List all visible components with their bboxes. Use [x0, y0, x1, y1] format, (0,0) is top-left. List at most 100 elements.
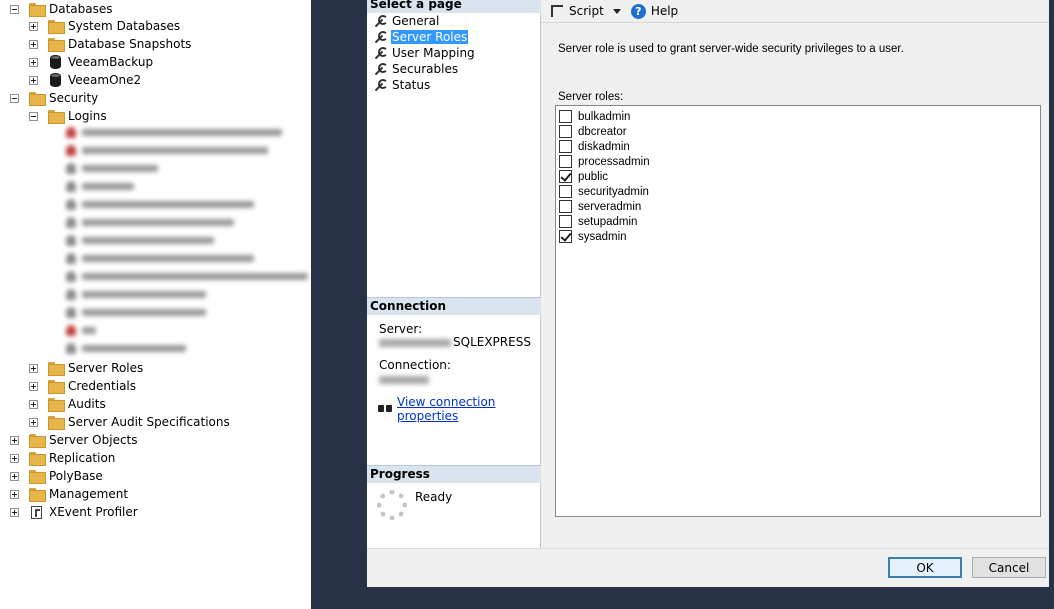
page-status[interactable]: Status: [373, 77, 431, 93]
role-checkbox[interactable]: [559, 185, 572, 198]
folder-icon: [48, 416, 65, 430]
xevent-profiler-icon: [31, 505, 42, 519]
expand-icon[interactable]: [10, 489, 19, 499]
tree-node-logins[interactable]: Logins: [29, 107, 107, 125]
expand-icon[interactable]: [10, 471, 19, 481]
tree-node-veeamone2[interactable]: VeeamOne2: [29, 71, 141, 89]
progress-header: Progress: [367, 465, 541, 483]
folder-icon: [48, 20, 65, 34]
desktop-background: [1049, 0, 1054, 609]
folder-icon: [48, 110, 65, 124]
role-serveradmin[interactable]: serveradmin: [559, 199, 641, 214]
login-item[interactable]: [66, 127, 282, 138]
tree-node-database-snapshots[interactable]: Database Snapshots: [29, 35, 191, 53]
login-item[interactable]: [66, 289, 206, 300]
tree-node-server-audit-specifications[interactable]: Server Audit Specifications: [29, 413, 230, 431]
folder-icon: [29, 488, 46, 502]
desktop-background: [311, 0, 367, 609]
folder-icon: [29, 452, 46, 466]
expand-icon[interactable]: [29, 21, 38, 31]
tree-node-system-databases[interactable]: System Databases: [29, 17, 180, 35]
folder-icon: [29, 434, 46, 448]
chevron-down-icon[interactable]: [612, 8, 621, 14]
login-item[interactable]: [66, 145, 268, 156]
role-setupadmin[interactable]: setupadmin: [559, 214, 637, 229]
login-item[interactable]: [66, 271, 308, 282]
folder-icon: [29, 92, 46, 106]
login-item[interactable]: [66, 217, 234, 228]
login-item[interactable]: [66, 343, 186, 354]
login-item[interactable]: [66, 325, 96, 336]
role-checkbox[interactable]: [559, 140, 572, 153]
page-securables[interactable]: Securables: [373, 61, 459, 77]
tree-node-security[interactable]: Security: [10, 89, 98, 107]
expand-icon[interactable]: [29, 399, 38, 409]
expand-icon[interactable]: [29, 39, 38, 49]
role-checkbox[interactable]: [559, 155, 572, 168]
role-securityadmin[interactable]: securityadmin: [559, 184, 649, 199]
expand-icon[interactable]: [29, 417, 38, 427]
select-page-header: Select a page: [367, 0, 541, 13]
help-button[interactable]: ? Help: [630, 3, 678, 19]
page-user-mapping[interactable]: User Mapping: [373, 45, 476, 61]
database-icon: [50, 73, 61, 87]
view-connection-properties-link[interactable]: View connection properties: [377, 395, 540, 423]
page-general[interactable]: General: [373, 13, 440, 29]
expand-icon[interactable]: [29, 363, 38, 373]
folder-icon: [48, 38, 65, 52]
role-checkbox[interactable]: [559, 125, 572, 138]
tree-node-veeambackup[interactable]: VeeamBackup: [29, 53, 153, 71]
login-item[interactable]: [66, 253, 254, 264]
expand-icon[interactable]: [10, 453, 19, 463]
server-roles-description: Server role is used to grant server-wide…: [558, 43, 904, 55]
tree-node-management[interactable]: Management: [10, 485, 128, 503]
folder-icon: [48, 362, 65, 376]
collapse-icon[interactable]: [10, 93, 19, 103]
expand-icon[interactable]: [29, 381, 38, 391]
tree-node-server-roles[interactable]: Server Roles: [29, 359, 143, 377]
role-dbcreator[interactable]: dbcreator: [559, 124, 627, 139]
server-roles-list: bulkadmin dbcreator diskadmin processadm…: [555, 105, 1041, 517]
role-public[interactable]: public: [559, 169, 608, 184]
role-sysadmin[interactable]: sysadmin: [559, 229, 627, 244]
login-item[interactable]: [66, 235, 214, 246]
script-button[interactable]: Script: [551, 4, 621, 18]
server-roles-caption: Server roles:: [558, 91, 624, 103]
login-item[interactable]: [66, 163, 158, 174]
tree-node-server-objects[interactable]: Server Objects: [10, 431, 138, 449]
role-checkbox[interactable]: [559, 230, 572, 243]
connection-label: Connection:: [379, 358, 451, 372]
collapse-icon[interactable]: [29, 111, 38, 121]
role-checkbox[interactable]: [559, 110, 572, 123]
tree-node-xevent-profiler[interactable]: XEvent Profiler: [10, 503, 138, 521]
desktop-background: [367, 587, 1049, 609]
role-processadmin[interactable]: processadmin: [559, 154, 650, 169]
login-item[interactable]: [66, 181, 134, 192]
cancel-button[interactable]: Cancel: [972, 557, 1046, 578]
expand-icon[interactable]: [29, 75, 38, 85]
role-diskadmin[interactable]: diskadmin: [559, 139, 630, 154]
object-explorer-tree: Databases System Databases Database Snap…: [0, 0, 311, 609]
expand-icon[interactable]: [10, 435, 19, 445]
script-icon: [551, 5, 563, 17]
role-checkbox[interactable]: [559, 170, 572, 183]
collapse-icon[interactable]: [10, 4, 19, 14]
expand-icon[interactable]: [10, 507, 19, 517]
ok-button[interactable]: OK: [888, 557, 962, 578]
page-server-roles[interactable]: Server Roles: [373, 29, 469, 45]
login-properties-dialog: Select a page General Server Roles User …: [367, 0, 1049, 587]
role-checkbox[interactable]: [559, 215, 572, 228]
role-bulkadmin[interactable]: bulkadmin: [559, 109, 630, 124]
tree-node-databases[interactable]: Databases: [10, 0, 113, 18]
login-item[interactable]: [66, 199, 254, 210]
progress-status: Ready: [415, 490, 453, 504]
login-item[interactable]: [66, 307, 206, 318]
tree-node-audits[interactable]: Audits: [29, 395, 106, 413]
server-value: SQLEXPRESS: [453, 335, 531, 349]
tree-node-replication[interactable]: Replication: [10, 449, 115, 467]
tree-node-polybase[interactable]: PolyBase: [10, 467, 103, 485]
expand-icon[interactable]: [29, 57, 38, 67]
role-checkbox[interactable]: [559, 200, 572, 213]
tree-node-credentials[interactable]: Credentials: [29, 377, 136, 395]
progress-spinner-icon: [377, 490, 407, 520]
